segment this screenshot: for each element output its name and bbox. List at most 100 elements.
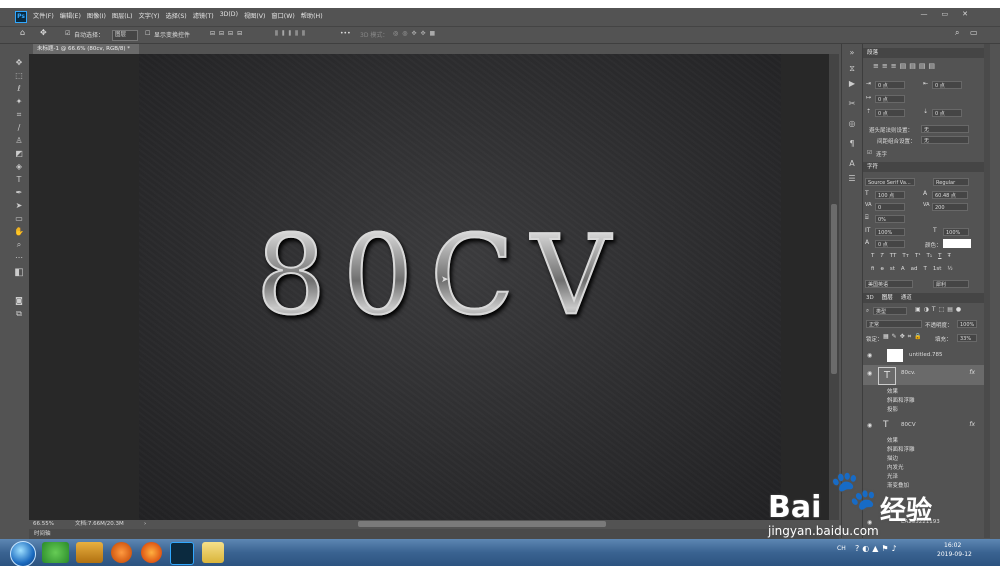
language-dropdown[interactable]: 美国英语 xyxy=(865,280,913,288)
layer-row[interactable]: ◉ T 80cv. fx xyxy=(863,365,985,385)
swash-button[interactable]: A xyxy=(901,266,905,272)
actions-icon[interactable]: ▶ xyxy=(847,79,857,89)
taskbar-app-icon[interactable] xyxy=(111,542,132,563)
fill-field[interactable]: 33% xyxy=(957,334,977,342)
tab-layers[interactable]: 图层 xyxy=(882,293,893,303)
photoshop-logo-icon[interactable]: Ps xyxy=(15,11,27,23)
close-button[interactable]: ✕ xyxy=(962,10,968,18)
auto-select-dropdown[interactable]: 图层 xyxy=(112,30,138,41)
move-tool-icon[interactable]: ✥ xyxy=(40,28,47,37)
indent-left-field[interactable]: 0 点 xyxy=(875,81,905,89)
pen-tool-icon[interactable]: ✒ xyxy=(14,188,24,198)
taskbar-app-icon[interactable] xyxy=(76,542,103,563)
effect-item[interactable]: 投影 xyxy=(887,405,898,413)
menu-view[interactable]: 视图(V) xyxy=(244,11,265,20)
font-style-dropdown[interactable]: Regular xyxy=(933,178,969,186)
tray-language[interactable]: CH xyxy=(837,545,846,552)
layer-filter-dropdown[interactable]: 类型 xyxy=(873,307,907,315)
color-swatch-icon[interactable]: ◧ xyxy=(14,268,24,278)
more-options-icon[interactable]: ••• xyxy=(340,30,351,37)
menu-layer[interactable]: 图层(L) xyxy=(112,11,133,20)
taskbar-app-icon[interactable] xyxy=(42,542,69,563)
quick-mask-icon[interactable]: ◙ xyxy=(14,296,24,306)
character-icon[interactable]: A xyxy=(847,159,857,169)
eraser-tool-icon[interactable]: ◩ xyxy=(14,149,24,159)
minimize-button[interactable]: — xyxy=(921,10,928,18)
right-panel-scrollbar[interactable] xyxy=(984,44,990,538)
opacity-field[interactable]: 100% xyxy=(957,320,977,328)
menu-edit[interactable]: 编辑(E) xyxy=(60,11,81,20)
effect-item[interactable]: 斜面和浮雕 xyxy=(887,396,915,404)
magic-wand-tool-icon[interactable]: ✦ xyxy=(14,97,24,107)
faux-bold-button[interactable]: T xyxy=(871,253,874,259)
properties-icon[interactable]: ☰ xyxy=(847,174,857,184)
lasso-tool-icon[interactable]: ℓ xyxy=(14,84,24,94)
font-family-dropdown[interactable]: Source Serif Va... xyxy=(865,178,915,186)
more-tools-icon[interactable]: ⋯ xyxy=(14,253,24,263)
space-after-field[interactable]: 0 点 xyxy=(932,109,962,117)
effect-item[interactable]: 斜面和浮雕 xyxy=(887,445,915,453)
superscript-button[interactable]: T¹ xyxy=(915,253,921,259)
tray-icons[interactable]: ?◐▲⚑♪ xyxy=(855,544,900,553)
character-panel-title[interactable]: 字符 xyxy=(863,162,985,172)
indent-right-field[interactable]: 0 点 xyxy=(932,81,962,89)
visibility-eye-icon[interactable]: ◉ xyxy=(867,422,872,429)
type-tool-icon[interactable]: T xyxy=(14,175,24,185)
fx-icon[interactable]: fx xyxy=(969,421,975,428)
align-icons[interactable]: ⊟⊟⊟⊟ xyxy=(210,30,246,37)
kerning-field[interactable]: 0 xyxy=(875,203,905,211)
zoom-level[interactable]: 66.55% xyxy=(33,520,54,529)
tools-preset-icon[interactable]: ✂ xyxy=(847,99,857,109)
paragraph-icon[interactable]: ¶ xyxy=(847,139,857,149)
menu-file[interactable]: 文件(F) xyxy=(33,11,54,20)
all-caps-button[interactable]: TT xyxy=(890,253,897,259)
ordinals-button[interactable]: 1st xyxy=(933,266,942,272)
clock-date[interactable]: 2019-09-12 xyxy=(937,551,972,558)
3d-mode-icons[interactable]: ◎◎✥✥■ xyxy=(393,30,439,37)
blend-mode-dropdown[interactable]: 正常 xyxy=(866,320,922,328)
show-transform-checkbox[interactable]: ☐ xyxy=(145,30,150,37)
kinsoku-dropdown[interactable]: 无 xyxy=(921,125,969,133)
move-tool-icon[interactable]: ✥ xyxy=(14,58,24,68)
home-icon[interactable]: ⌂ xyxy=(20,28,25,37)
mojikumi-dropdown[interactable]: 无 xyxy=(921,136,969,144)
effect-item[interactable]: 渐变叠加 xyxy=(887,481,909,489)
paint-bucket-tool-icon[interactable]: ◈ xyxy=(14,162,24,172)
firefox-icon[interactable] xyxy=(141,542,162,563)
search-icon[interactable]: ⌕ xyxy=(955,28,959,38)
menu-3d[interactable]: 3D(D) xyxy=(220,11,238,20)
lock-icons[interactable]: ▦✎✥⌗🔒 xyxy=(883,333,925,341)
menu-window[interactable]: 窗口(W) xyxy=(271,11,294,20)
effect-item[interactable]: 光泽 xyxy=(887,472,898,480)
vscale-field[interactable]: 100% xyxy=(875,228,905,236)
stamp-tool-icon[interactable]: ♙ xyxy=(14,136,24,146)
effect-item[interactable]: 内发光 xyxy=(887,463,904,471)
menu-filter[interactable]: 滤镜(T) xyxy=(193,11,214,20)
history-icon[interactable]: ⧖ xyxy=(847,64,857,74)
antialias-dropdown[interactable]: 犀利 xyxy=(933,280,969,288)
text-color-swatch[interactable] xyxy=(943,239,971,248)
crop-tool-icon[interactable]: ⌗ xyxy=(14,110,24,120)
vertical-scrollbar[interactable] xyxy=(829,54,839,520)
clock-time[interactable]: 16:02 xyxy=(944,542,961,549)
document-canvas[interactable]: 80CV xyxy=(139,54,781,520)
path-select-tool-icon[interactable]: ➤ xyxy=(14,201,24,211)
hscale-field[interactable]: 100% xyxy=(943,228,969,236)
maximize-button[interactable]: ▭ xyxy=(942,10,949,18)
effect-item[interactable]: 描边 xyxy=(887,454,898,462)
visibility-eye-icon[interactable]: ◉ xyxy=(867,370,872,377)
screen-mode-icon[interactable]: ⧉ xyxy=(14,309,24,319)
photoshop-taskbar-icon[interactable] xyxy=(170,542,194,565)
paragraph-panel-title[interactable]: 段落 xyxy=(863,48,985,58)
paragraph-align-icons[interactable]: ≡≡≡▤▤▤▤ xyxy=(873,62,938,70)
tab-channels[interactable]: 通道 xyxy=(901,293,912,303)
shape-tool-icon[interactable]: ▭ xyxy=(14,214,24,224)
marquee-tool-icon[interactable]: ⬚ xyxy=(14,71,24,81)
vertical-scroll-thumb[interactable] xyxy=(831,204,837,374)
auto-select-checkbox[interactable]: ☑ xyxy=(65,30,70,37)
underline-button[interactable]: T xyxy=(938,253,941,259)
explorer-icon[interactable] xyxy=(202,542,224,563)
zoom-tool-icon[interactable]: ⌕ xyxy=(14,240,24,250)
tsume-field[interactable]: 0% xyxy=(875,215,905,223)
fx-icon[interactable]: fx xyxy=(969,369,975,376)
